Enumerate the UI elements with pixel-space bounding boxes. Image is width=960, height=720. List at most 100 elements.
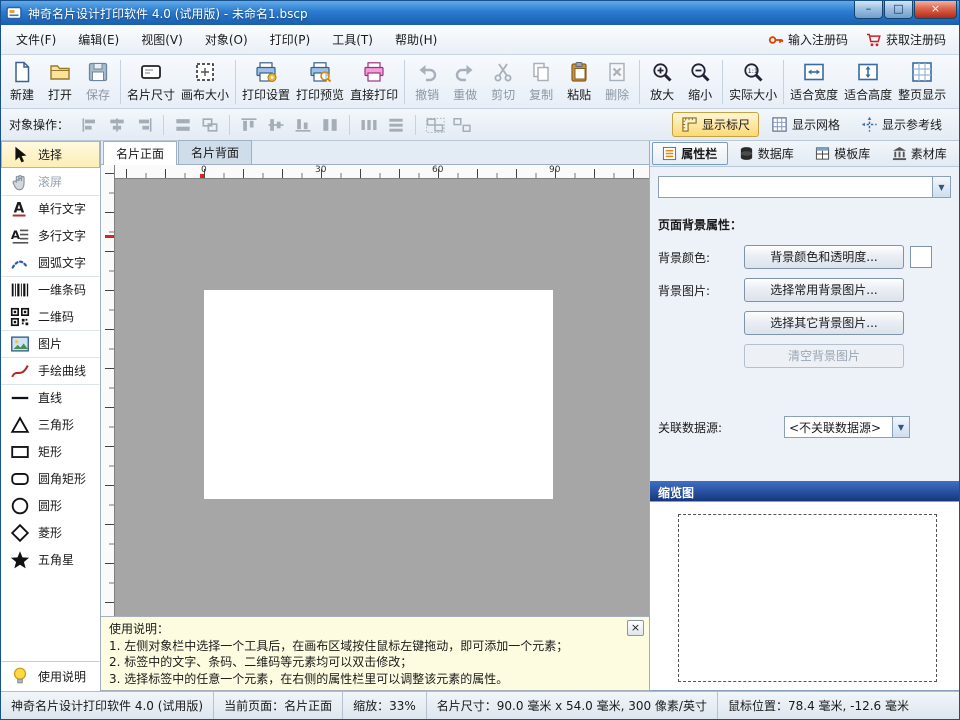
minimize-button[interactable]: – [854, 1, 883, 19]
zoom-out-button[interactable]: 缩小 [681, 58, 719, 106]
whole-page-button[interactable]: 整页显示 [895, 58, 949, 106]
show-grid-label: 显示网格 [792, 116, 840, 133]
chevron-down-icon[interactable]: ▼ [932, 177, 950, 197]
window-title: 神奇名片设计打印软件 4.0 (试用版) - 未命名1.bscp [28, 5, 853, 22]
tool-rounded-rectangle[interactable]: 圆角矩形 [1, 465, 100, 492]
menu-print[interactable]: 打印(P) [259, 25, 322, 54]
show-grid-toggle[interactable]: 显示网格 [762, 112, 849, 137]
print-preview-button[interactable]: 打印预览 [293, 58, 347, 106]
ungroup-icon[interactable] [450, 114, 474, 136]
card-size-button[interactable]: 名片尺寸 [124, 58, 178, 106]
align-center-horizontal-icon[interactable] [105, 114, 129, 136]
redo-button[interactable]: 重做 [446, 58, 484, 106]
canvas-area[interactable]: 0 30 60 90 [101, 165, 649, 616]
canvas-size-button[interactable]: 画布大小 [178, 58, 232, 106]
business-card-canvas[interactable] [204, 290, 553, 499]
tool-star[interactable]: 五角星 [1, 546, 100, 573]
tab-properties[interactable]: 属性栏 [652, 142, 728, 165]
right-panel-tabs: 属性栏 数据库 模板库 素材库 [650, 141, 959, 167]
menu-file[interactable]: 文件(F) [5, 25, 67, 54]
object-selector-combobox[interactable]: ▼ [658, 176, 951, 198]
tab-database[interactable]: 数据库 [729, 142, 805, 165]
show-ruler-toggle[interactable]: 显示标尺 [672, 112, 759, 137]
actual-size-label: 实际大小 [729, 86, 777, 103]
show-guides-toggle[interactable]: 显示参考线 [852, 112, 951, 137]
menu-object[interactable]: 对象(O) [194, 25, 259, 54]
print-setup-icon [254, 60, 278, 84]
tool-diamond[interactable]: 菱形 [1, 519, 100, 546]
window-controls: – □ × [853, 1, 957, 25]
datasource-select[interactable]: <不关联数据源> ▼ [784, 416, 910, 438]
align-middle-icon[interactable] [264, 114, 288, 136]
menu-edit[interactable]: 编辑(E) [67, 25, 130, 54]
align-right-icon[interactable] [132, 114, 156, 136]
get-registration-code-button[interactable]: 获取注册码 [857, 28, 955, 51]
direct-print-button[interactable]: 直接打印 [347, 58, 401, 106]
chevron-down-icon[interactable]: ▼ [892, 417, 909, 437]
tool-single-line-text[interactable]: A 单行文字 [1, 195, 100, 222]
background-color-button[interactable]: 背景颜色和透明度... [744, 245, 904, 269]
align-left-icon[interactable] [78, 114, 102, 136]
svg-text:A: A [11, 227, 21, 241]
distribute-vertical-icon[interactable] [384, 114, 408, 136]
copy-button[interactable]: 复制 [522, 58, 560, 106]
usage-help-button[interactable]: 使用说明 [1, 661, 100, 691]
tool-triangle[interactable]: 三角形 [1, 411, 100, 438]
maximize-button[interactable]: □ [884, 1, 913, 19]
actual-size-button[interactable]: 1:1 实际大小 [726, 58, 780, 106]
close-help-icon[interactable]: × [627, 620, 644, 636]
clear-background-button[interactable]: 清空背景图片 [744, 344, 904, 368]
tab-database-label: 数据库 [758, 145, 794, 162]
tool-pan-label: 滚屏 [38, 173, 62, 190]
tool-line[interactable]: 直线 [1, 384, 100, 411]
tool-barcode-label: 一维条码 [38, 281, 86, 298]
menu-view[interactable]: 视图(V) [130, 25, 194, 54]
tool-select[interactable]: 选择 [1, 141, 100, 168]
align-top-icon[interactable] [237, 114, 261, 136]
save-button[interactable]: 保存 [79, 58, 117, 106]
same-height-icon[interactable] [318, 114, 342, 136]
tab-template-library-label: 模板库 [834, 145, 870, 162]
background-color-swatch[interactable] [910, 246, 932, 268]
paste-button[interactable]: 粘贴 [560, 58, 598, 106]
tab-card-front[interactable]: 名片正面 [103, 141, 177, 165]
tab-card-back[interactable]: 名片背面 [178, 140, 252, 164]
delete-button[interactable]: 删除 [598, 58, 636, 106]
open-button[interactable]: 打开 [41, 58, 79, 106]
align-bottom-icon[interactable] [291, 114, 315, 136]
tab-template-library[interactable]: 模板库 [805, 142, 881, 165]
group-icon[interactable] [423, 114, 447, 136]
choose-common-background-button[interactable]: 选择常用背景图片... [744, 278, 904, 302]
undo-icon [415, 60, 439, 84]
tab-asset-library[interactable]: 素材库 [882, 142, 958, 165]
tool-multi-line-text[interactable]: A 多行文字 [1, 222, 100, 249]
undo-button[interactable]: 撤销 [408, 58, 446, 106]
close-button[interactable]: × [914, 1, 957, 19]
choose-other-background-button[interactable]: 选择其它背景图片... [744, 311, 904, 335]
tool-circle[interactable]: 圆形 [1, 492, 100, 519]
menu-tools[interactable]: 工具(T) [321, 25, 384, 54]
fit-height-button[interactable]: 适合高度 [841, 58, 895, 106]
new-button[interactable]: 新建 [3, 58, 41, 106]
tool-barcode[interactable]: 一维条码 [1, 276, 100, 303]
menu-help[interactable]: 帮助(H) [384, 25, 448, 54]
distribute-horizontal-icon[interactable] [357, 114, 381, 136]
tool-image[interactable]: 图片 [1, 330, 100, 357]
tool-rectangle[interactable]: 矩形 [1, 438, 100, 465]
same-width-icon[interactable] [171, 114, 195, 136]
tool-pan[interactable]: 滚屏 [1, 168, 100, 195]
delete-label: 删除 [605, 86, 629, 103]
zoom-in-button[interactable]: 放大 [643, 58, 681, 106]
same-size-icon[interactable] [198, 114, 222, 136]
tool-arc-text[interactable]: 圆弧文字 [1, 249, 100, 276]
objectbar-separator [349, 115, 350, 135]
tool-freehand-curve[interactable]: 手绘曲线 [1, 357, 100, 384]
object-selector-value [659, 177, 932, 197]
cut-button[interactable]: 剪切 [484, 58, 522, 106]
enter-registration-code-button[interactable]: 输入注册码 [759, 28, 857, 51]
fit-width-button[interactable]: 适合宽度 [787, 58, 841, 106]
svg-text:1:1: 1:1 [748, 67, 758, 75]
print-setup-button[interactable]: 打印设置 [239, 58, 293, 106]
save-icon [86, 60, 110, 84]
tool-qrcode[interactable]: 二维码 [1, 303, 100, 330]
